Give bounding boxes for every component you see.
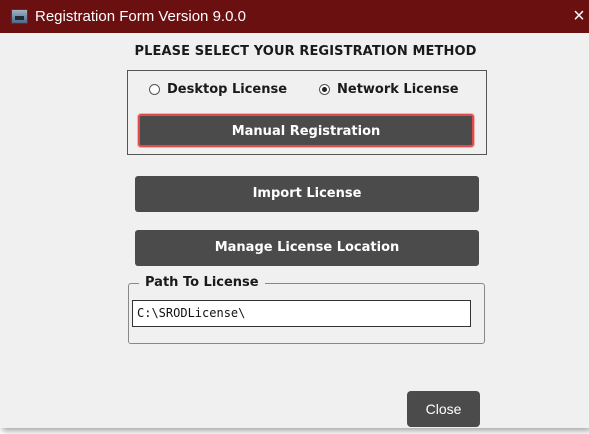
manage-license-location-button[interactable]: Manage License Location (135, 230, 479, 266)
desktop-license-radio[interactable]: Desktop License (149, 82, 287, 97)
import-license-button[interactable]: Import License (135, 176, 479, 212)
radio-unchecked-icon[interactable] (149, 84, 160, 95)
page-title: PLEASE SELECT YOUR REGISTRATION METHOD (134, 44, 477, 59)
desktop-license-label: Desktop License (167, 82, 288, 97)
radio-checked-icon[interactable] (319, 84, 330, 95)
app-window-icon (11, 9, 28, 24)
title-bar: Registration Form Version 9.0.0 × (0, 0, 589, 33)
path-to-license-group: Path To License C:\SRODLicense\ (128, 275, 485, 344)
registration-window: Registration Form Version 9.0.0 × PLEASE… (0, 0, 589, 428)
network-license-radio[interactable]: Network License (319, 82, 459, 97)
license-path-field[interactable]: C:\SRODLicense\ (132, 300, 471, 327)
window-title: Registration Form Version 9.0.0 (35, 8, 246, 25)
path-to-license-label: Path To License (139, 275, 265, 290)
close-button[interactable]: Close (407, 391, 480, 427)
network-license-label: Network License (337, 82, 459, 97)
close-window-icon[interactable]: × (569, 4, 589, 28)
registration-method-group: Desktop License Network License Manual R… (127, 70, 487, 155)
manual-registration-button[interactable]: Manual Registration (138, 114, 474, 147)
